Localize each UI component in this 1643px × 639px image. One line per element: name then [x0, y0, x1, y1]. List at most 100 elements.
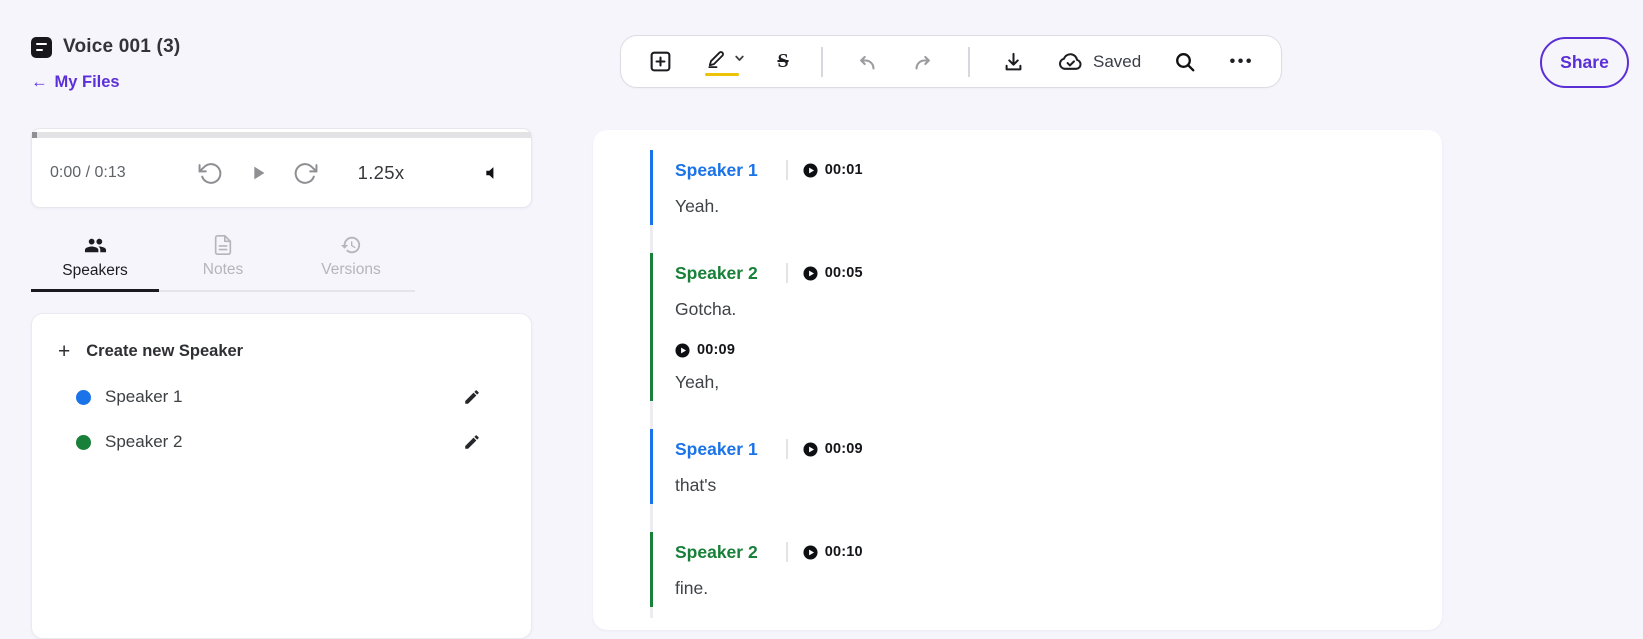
- highlighter-button[interactable]: [705, 47, 745, 77]
- segment-text[interactable]: Gotcha.: [675, 299, 1442, 320]
- toolbar-divider: [821, 47, 823, 77]
- speaker-name: Speaker 2: [105, 432, 183, 452]
- segment-divider: [786, 439, 788, 459]
- audio-player: 0:00 / 0:13 1.25x: [31, 128, 532, 208]
- segment-speaker-label[interactable]: Speaker 2: [675, 263, 758, 284]
- undo-icon: [855, 50, 879, 74]
- play-circle-icon: [803, 442, 818, 457]
- edit-speaker-button[interactable]: [463, 388, 481, 406]
- speaker-color-dot: [76, 435, 91, 450]
- segment-time: 00:09: [697, 342, 735, 358]
- create-new-speaker-button[interactable]: + Create new Speaker: [58, 341, 505, 362]
- play-circle-icon: [675, 343, 690, 358]
- more-options-button[interactable]: •••: [1230, 53, 1254, 71]
- strikethrough-icon: S: [777, 50, 788, 73]
- segment-speaker-label[interactable]: Speaker 2: [675, 542, 758, 563]
- segment-timestamp-button[interactable]: 00:10: [803, 544, 863, 560]
- segment-divider: [786, 542, 788, 562]
- transcript-segment: Speaker 1 00:09 that's: [650, 429, 1442, 504]
- transcript-segment: Speaker 2 00:05 Gotcha. 00:09 Yeah,: [650, 253, 1442, 401]
- transcript-panel: Speaker 1 00:01 Yeah. Speaker 2: [593, 130, 1442, 630]
- segment-divider: [786, 263, 788, 283]
- undo-button[interactable]: [855, 50, 879, 74]
- sidebar-tabs: Speakers Notes Versions: [31, 226, 415, 292]
- app-window: Voice 001 (3) ← My Files 0:00 / 0:13: [0, 0, 1643, 639]
- cloud-check-icon: [1057, 48, 1084, 75]
- pencil-icon: [463, 433, 481, 451]
- back-link-label: My Files: [55, 73, 120, 92]
- forward-icon: [293, 161, 318, 186]
- segment-timestamp-button[interactable]: 00:05: [803, 265, 863, 281]
- segment-text[interactable]: fine.: [675, 578, 1442, 599]
- ellipsis-icon: •••: [1230, 53, 1254, 71]
- notes-icon: [212, 234, 234, 256]
- skip-forward-button[interactable]: [293, 161, 318, 186]
- editor-toolbar: S Saved: [620, 35, 1282, 88]
- seek-bar[interactable]: [32, 132, 531, 138]
- segment-text[interactable]: that's: [675, 475, 1442, 496]
- save-status: Saved: [1057, 48, 1141, 75]
- speaker-list-item[interactable]: Speaker 1: [58, 387, 505, 407]
- segment-speaker-label[interactable]: Speaker 1: [675, 439, 758, 460]
- transcript-segment: Speaker 2 00:10 fine.: [650, 532, 1442, 607]
- segment-time: 00:10: [825, 544, 863, 560]
- file-header: Voice 001 (3) ← My Files: [31, 36, 180, 92]
- speaker-list-item[interactable]: Speaker 2: [58, 432, 505, 452]
- replay-icon: [198, 161, 223, 186]
- transcript-segment: Speaker 1 00:01 Yeah.: [650, 150, 1442, 225]
- document-icon: [31, 37, 52, 58]
- versions-icon: [340, 234, 362, 256]
- tab-versions[interactable]: Versions: [287, 226, 415, 290]
- speaker-color-dot: [76, 390, 91, 405]
- toolbar-divider: [968, 47, 970, 77]
- time-display: 0:00 / 0:13: [50, 164, 126, 182]
- speakers-icon: [84, 234, 107, 257]
- play-circle-icon: [803, 545, 818, 560]
- tab-label: Speakers: [62, 262, 127, 280]
- segment-time: 00:05: [825, 265, 863, 281]
- search-icon: [1173, 50, 1197, 74]
- tab-notes[interactable]: Notes: [159, 226, 287, 290]
- play-button[interactable]: [247, 162, 269, 184]
- insert-box-icon: [648, 49, 673, 74]
- insert-box-button[interactable]: [648, 49, 673, 74]
- redo-icon: [911, 50, 935, 74]
- volume-icon: [483, 163, 503, 183]
- segment-cue-timestamp-button[interactable]: 00:09: [675, 342, 1442, 358]
- plus-icon: +: [58, 341, 70, 362]
- back-arrow-icon: ←: [31, 73, 48, 92]
- play-icon: [247, 162, 269, 184]
- edit-speaker-button[interactable]: [463, 433, 481, 451]
- highlighter-icon: [705, 47, 728, 70]
- segment-speaker-label[interactable]: Speaker 1: [675, 160, 758, 181]
- skip-back-button[interactable]: [198, 161, 223, 186]
- segment-text[interactable]: Yeah.: [675, 196, 1442, 217]
- segment-time: 00:01: [825, 162, 863, 178]
- saved-label: Saved: [1093, 52, 1141, 72]
- create-speaker-label: Create new Speaker: [86, 342, 243, 361]
- segment-text[interactable]: Yeah,: [675, 372, 1442, 393]
- share-button[interactable]: Share: [1540, 37, 1629, 88]
- seek-progress: [32, 132, 37, 138]
- play-circle-icon: [803, 266, 818, 281]
- tab-label: Notes: [203, 261, 244, 279]
- search-button[interactable]: [1173, 50, 1197, 74]
- download-button[interactable]: [1002, 50, 1025, 73]
- tab-speakers[interactable]: Speakers: [31, 226, 159, 292]
- strikethrough-button[interactable]: S: [777, 50, 788, 73]
- segment-timestamp-button[interactable]: 00:09: [803, 441, 863, 457]
- pencil-icon: [463, 388, 481, 406]
- redo-button[interactable]: [911, 50, 935, 74]
- speakers-panel: + Create new Speaker Speaker 1 Speaker 2: [31, 313, 532, 639]
- play-circle-icon: [803, 163, 818, 178]
- download-icon: [1002, 50, 1025, 73]
- highlight-color-bar: [705, 73, 739, 77]
- volume-button[interactable]: [483, 163, 503, 183]
- playback-speed-button[interactable]: 1.25x: [358, 162, 405, 184]
- page-title: Voice 001 (3): [63, 36, 180, 58]
- segment-divider: [786, 160, 788, 180]
- segment-time: 00:09: [825, 441, 863, 457]
- back-to-my-files-link[interactable]: ← My Files: [31, 73, 180, 92]
- speaker-name: Speaker 1: [105, 387, 183, 407]
- segment-timestamp-button[interactable]: 00:01: [803, 162, 863, 178]
